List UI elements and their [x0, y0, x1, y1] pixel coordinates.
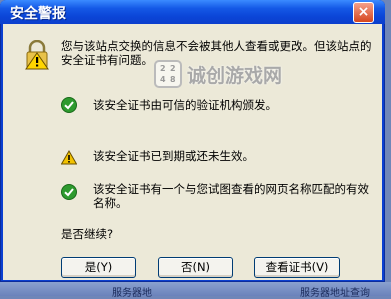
taskbar-item[interactable]: 服务器地 [112, 284, 152, 299]
close-icon: × [357, 4, 370, 20]
watermark-text: 诚创游戏网 [187, 65, 283, 87]
check-2-text: 该安全证书已到期或还未生效。 [93, 149, 254, 163]
security-alert-dialog: 安全警报 × 您与该站点交换的信息不会被其他人查看或更改。但该站点的安全证书有问… [0, 0, 385, 282]
check-3-text: 该安全证书有一个与您试图查看的网页名称匹配的有效名称。 [93, 182, 369, 210]
watermark-digit: 2 [160, 64, 166, 73]
padlock-warning-icon [25, 40, 49, 70]
close-button[interactable]: × [353, 2, 374, 23]
no-button[interactable]: 否(N) [158, 257, 233, 278]
check-1-text: 该安全证书由可信的验证机构颁发。 [93, 98, 277, 112]
dialog-title: 安全警报 [10, 6, 66, 22]
green-check-icon [61, 97, 77, 113]
yes-button[interactable]: 是(Y) [61, 257, 136, 278]
watermark-logo: 2 2 4 8 [154, 60, 182, 88]
green-check-icon [61, 184, 77, 200]
taskbar-item[interactable]: 服务器地址查询 [300, 284, 370, 299]
watermark-digit: 2 [170, 64, 176, 73]
title-bar[interactable]: 安全警报 × [0, 0, 385, 24]
continue-question: 是否继续? [61, 227, 114, 241]
yellow-warning-icon [61, 150, 77, 165]
watermark-digit: 4 [160, 75, 166, 84]
view-certificate-button[interactable]: 查看证书(V) [254, 257, 340, 278]
background-taskbar: 服务器地 服务器地址查询 [0, 282, 391, 299]
watermark-digit: 8 [170, 75, 176, 84]
site-watermark: 2 2 4 8 诚创游戏网 [154, 58, 294, 92]
